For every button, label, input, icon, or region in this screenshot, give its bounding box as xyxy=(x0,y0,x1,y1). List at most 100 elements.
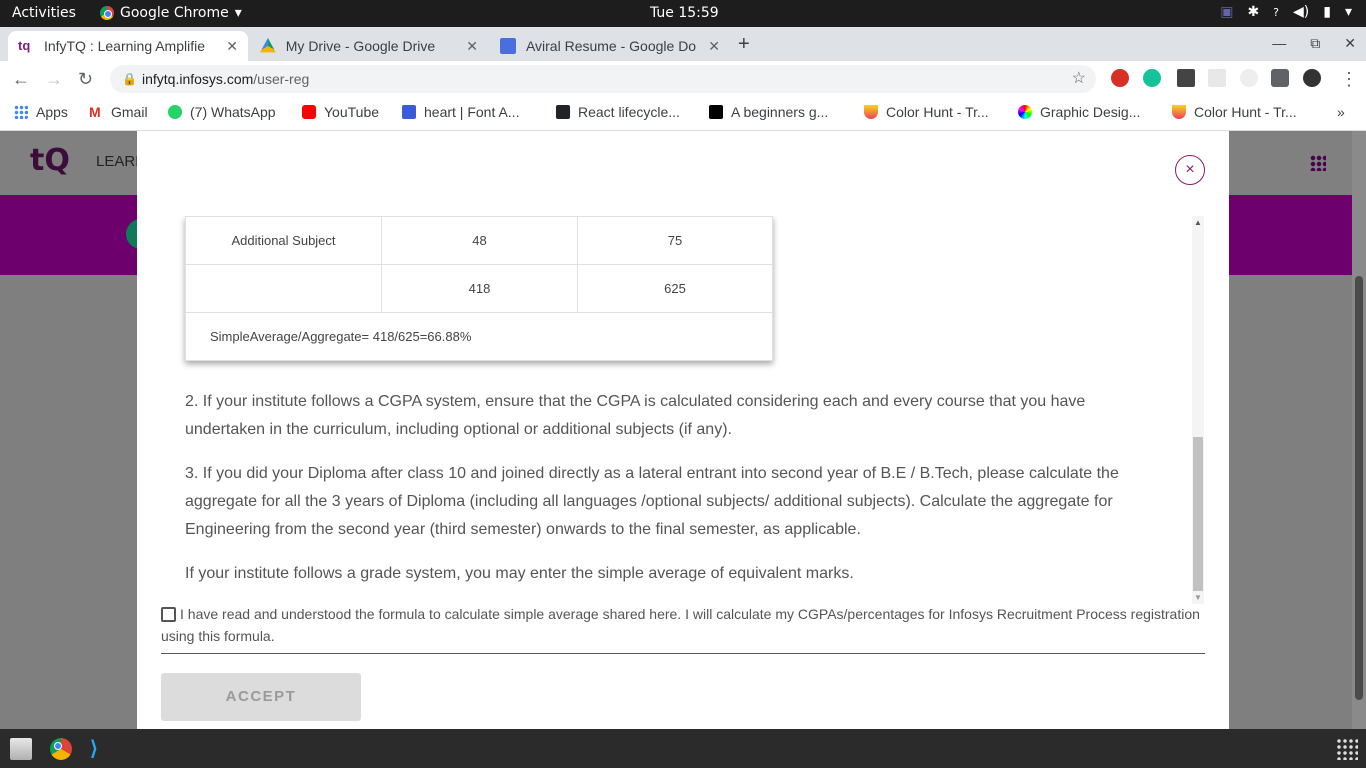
clock[interactable]: Tue 15:59 xyxy=(650,5,719,21)
instruction-diploma: 3. If you did your Diploma after class 1… xyxy=(185,465,1119,538)
system-tray[interactable]: ▣ ✱ ? ◀) ▮ ▾ xyxy=(1220,4,1352,20)
activities-button[interactable]: Activities xyxy=(12,5,76,21)
dock: ⟩ xyxy=(0,729,1366,768)
extension-grid-icon[interactable] xyxy=(1208,69,1226,87)
app-grid-icon[interactable] xyxy=(1310,155,1326,171)
google-docs-icon xyxy=(500,38,516,54)
tab-google-drive[interactable]: My Drive - Google Drive ✕ xyxy=(250,31,488,61)
close-tab-icon[interactable]: ✕ xyxy=(466,38,478,55)
scroll-down-icon[interactable]: ▼ xyxy=(1194,593,1202,602)
subject-cell: Additional Subject xyxy=(185,216,382,265)
bookmark-star-icon[interactable]: ☆ xyxy=(1072,65,1086,93)
font-awesome-icon xyxy=(402,105,416,119)
bookmark-medium[interactable]: A beginners g... xyxy=(709,104,828,120)
nav-learn[interactable]: LEARI xyxy=(96,153,139,170)
vscode-icon[interactable]: ⟩ xyxy=(90,738,112,760)
agreement-row: I have read and understood the formula t… xyxy=(161,603,1207,647)
chrome-icon xyxy=(50,738,72,760)
infytq-favicon-icon: tq xyxy=(18,38,31,53)
tab-google-docs[interactable]: Aviral Resume - Google Do ✕ xyxy=(490,31,730,61)
bookmark-youtube[interactable]: YouTube xyxy=(302,104,379,120)
modal-scrollbar-thumb[interactable] xyxy=(1193,437,1203,591)
bookmark-color-hunt-2[interactable]: Color Hunt - Tr... xyxy=(1172,104,1297,120)
restore-icon[interactable]: ⧉ xyxy=(1310,35,1320,52)
menu-icon[interactable]: ⋮ xyxy=(1340,69,1358,90)
show-applications-icon[interactable] xyxy=(1336,738,1358,760)
obtained-cell: 418 xyxy=(381,264,578,313)
bookmark-whatsapp[interactable]: (7) WhatsApp xyxy=(168,104,276,120)
forward-icon[interactable]: → xyxy=(45,69,63,90)
bookmark-label: Gmail xyxy=(111,104,148,120)
agreement-text: I have read and understood the formula t… xyxy=(161,606,1200,644)
browser-toolbar: ← → ↻ 🔒 infytq.infosys.com/user-reg ☆ ⋮ xyxy=(0,61,1366,97)
color-hunt-icon xyxy=(1172,105,1186,119)
instruction-grade: If your institute follows a grade system… xyxy=(185,565,854,582)
bookmark-label: heart | Font A... xyxy=(424,104,520,120)
bookmarks-overflow-icon[interactable]: » xyxy=(1337,104,1345,120)
extension-adblock-icon[interactable] xyxy=(1111,69,1129,87)
app-name: Google Chrome xyxy=(120,5,229,21)
formula-modal: × Additional Subject 48 75 418 625 Simpl… xyxy=(137,131,1229,729)
chrome-icon xyxy=(100,6,114,20)
bookmark-gmail[interactable]: M Gmail xyxy=(89,104,148,120)
chrome-dock-icon[interactable] xyxy=(50,738,72,760)
react-icon xyxy=(556,105,570,119)
scroll-up-icon[interactable]: ▲ xyxy=(1194,218,1202,227)
medium-icon xyxy=(709,105,723,119)
page-scrollbar-thumb[interactable] xyxy=(1355,276,1363,700)
agreement-checkbox[interactable] xyxy=(161,607,176,622)
bluetooth-icon[interactable]: ✱ xyxy=(1247,4,1259,20)
max-cell: 75 xyxy=(577,216,773,265)
teams-icon[interactable]: ▣ xyxy=(1220,4,1233,20)
extension-pen-icon[interactable] xyxy=(1177,69,1195,87)
reload-icon[interactable]: ↻ xyxy=(78,69,93,90)
bookmark-font-awesome[interactable]: heart | Font A... xyxy=(402,104,519,120)
max-cell: 625 xyxy=(577,264,773,313)
bookmark-label: A beginners g... xyxy=(731,104,829,120)
bookmark-graphic-design[interactable]: Graphic Desig... xyxy=(1018,104,1140,120)
lock-icon[interactable]: 🔒 xyxy=(122,65,137,93)
close-tab-icon[interactable]: ✕ xyxy=(226,38,238,55)
bookmark-label: YouTube xyxy=(324,104,380,120)
address-bar[interactable]: 🔒 infytq.infosys.com/user-reg ☆ xyxy=(110,65,1096,93)
extensions-puzzle-icon[interactable] xyxy=(1271,69,1289,87)
close-tab-icon[interactable]: ✕ xyxy=(708,38,720,55)
accept-button[interactable]: ACCEPT xyxy=(161,673,361,721)
bookmark-react[interactable]: React lifecycle... xyxy=(556,104,680,120)
bookmark-label: Apps xyxy=(36,104,68,120)
files-icon[interactable] xyxy=(10,738,32,760)
bookmark-color-hunt-1[interactable]: Color Hunt - Tr... xyxy=(864,104,989,120)
tab-title: Aviral Resume - Google Do xyxy=(525,38,697,54)
url-path: /user-reg xyxy=(253,71,310,87)
close-modal-button[interactable]: × xyxy=(1175,155,1205,185)
profile-avatar[interactable] xyxy=(1303,69,1321,87)
page-scrollbar[interactable] xyxy=(1352,131,1366,729)
system-top-bar: Activities Google Chrome ▾ Tue 15:59 ▣ ✱… xyxy=(0,0,1366,27)
window-controls: — ⧉ ✕ xyxy=(1272,35,1356,52)
volume-icon[interactable]: ◀) xyxy=(1293,4,1309,20)
tab-infytq[interactable]: tq InfyTQ : Learning Amplifie ✕ xyxy=(8,31,248,61)
chevron-down-icon[interactable]: ▾ xyxy=(1345,4,1352,20)
help-icon[interactable]: ? xyxy=(1273,6,1279,19)
marks-table: Additional Subject 48 75 418 625 SimpleA… xyxy=(185,216,773,361)
battery-icon[interactable]: ▮ xyxy=(1323,4,1331,20)
tab-title: InfyTQ : Learning Amplifie xyxy=(43,38,206,54)
close-window-icon[interactable]: ✕ xyxy=(1344,35,1356,52)
bookmark-apps[interactable]: Apps xyxy=(14,104,68,120)
extension-face-icon[interactable] xyxy=(1240,69,1258,87)
app-menu[interactable]: Google Chrome ▾ xyxy=(100,5,242,21)
infytq-logo[interactable]: tQ xyxy=(30,143,70,178)
url-host: infytq.infosys.com xyxy=(142,71,254,87)
minimize-icon[interactable]: — xyxy=(1272,35,1286,52)
grammarly-icon[interactable] xyxy=(1143,69,1161,87)
new-tab-button[interactable]: + xyxy=(738,33,750,56)
table-row: Additional Subject 48 75 xyxy=(185,216,773,265)
modal-scrollbar[interactable]: ▲ ▼ xyxy=(1192,216,1204,604)
bookmark-label: (7) WhatsApp xyxy=(190,104,276,120)
modal-scroll-content[interactable]: Additional Subject 48 75 418 625 SimpleA… xyxy=(137,216,1204,604)
color-hunt-icon xyxy=(864,105,878,119)
whatsapp-icon xyxy=(168,105,182,119)
back-icon[interactable]: ← xyxy=(12,69,30,90)
bookmark-label: Color Hunt - Tr... xyxy=(886,104,989,120)
bookmarks-bar: Apps M Gmail (7) WhatsApp YouTube heart |… xyxy=(0,97,1366,131)
